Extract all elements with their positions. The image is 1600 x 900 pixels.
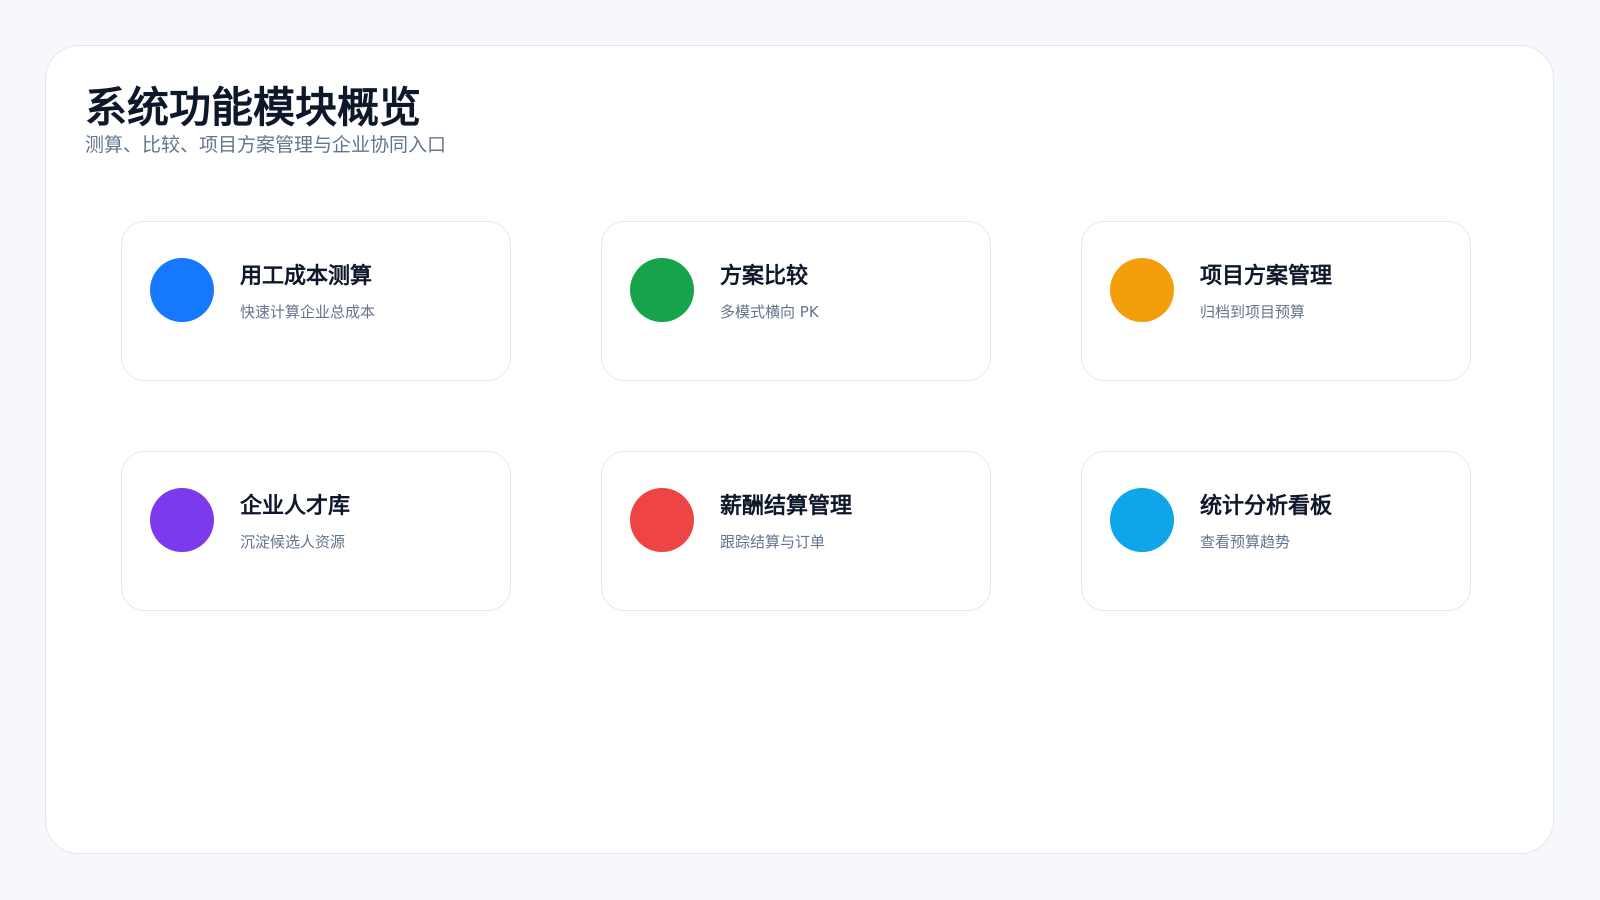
- module-title: 企业人才库: [240, 494, 351, 519]
- module-description: 多模式横向 PK: [720, 303, 819, 321]
- module-color-dot: [150, 258, 214, 322]
- module-card-project-plan-management[interactable]: 项目方案管理 归档到项目预算: [1081, 221, 1471, 381]
- module-color-dot: [1110, 258, 1174, 322]
- module-color-dot: [630, 258, 694, 322]
- module-description: 查看预算趋势: [1200, 533, 1291, 551]
- module-title: 用工成本测算: [240, 264, 373, 289]
- module-description: 快速计算企业总成本: [240, 303, 376, 321]
- module-card-plan-comparison[interactable]: 方案比较 多模式横向 PK: [601, 221, 991, 381]
- module-color-dot: [1110, 488, 1174, 552]
- module-color-dot: [630, 488, 694, 552]
- module-card-payroll-settlement[interactable]: 薪酬结算管理 跟踪结算与订单: [601, 451, 991, 611]
- module-title: 薪酬结算管理: [720, 494, 853, 519]
- module-title: 项目方案管理: [1200, 264, 1333, 289]
- page-title: 系统功能模块概览: [85, 83, 422, 132]
- module-description: 跟踪结算与订单: [720, 533, 826, 551]
- module-title: 方案比较: [720, 264, 809, 289]
- module-description: 归档到项目预算: [1200, 303, 1306, 321]
- module-title: 统计分析看板: [1200, 494, 1333, 519]
- module-card-analytics-dashboard[interactable]: 统计分析看板 查看预算趋势: [1081, 451, 1471, 611]
- page-subtitle: 测算、比较、项目方案管理与企业协同入口: [85, 134, 447, 156]
- modules-overview-panel: 系统功能模块概览 测算、比较、项目方案管理与企业协同入口 用工成本测算 快速计算…: [45, 45, 1554, 854]
- module-card-cost-calculation[interactable]: 用工成本测算 快速计算企业总成本: [121, 221, 511, 381]
- module-card-talent-pool[interactable]: 企业人才库 沉淀候选人资源: [121, 451, 511, 611]
- module-color-dot: [150, 488, 214, 552]
- module-description: 沉淀候选人资源: [240, 533, 346, 551]
